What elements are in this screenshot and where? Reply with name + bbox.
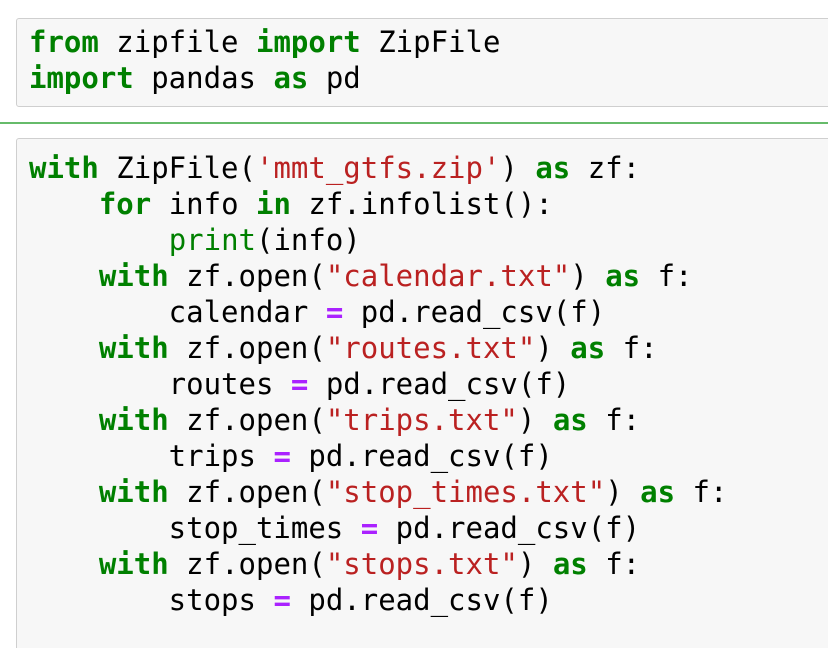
code-token: info	[151, 187, 256, 221]
code-line: with zf.open("routes.txt") as f:	[29, 330, 727, 366]
code-token: as	[273, 61, 309, 95]
code-token: as	[570, 331, 606, 365]
code-editor[interactable]: from zipfile import ZipFile import pandas…	[29, 24, 500, 96]
code-line: import pandas as pd	[29, 60, 500, 96]
code-token: as	[552, 403, 588, 437]
code-line: calendar = pd.read_csv(f)	[29, 294, 727, 330]
code-token: ZipFile(	[98, 151, 256, 185]
code-token: zf.open(	[168, 259, 326, 293]
code-token: import	[29, 61, 134, 95]
code-line: with zf.open("calendar.txt") as f:	[29, 258, 727, 294]
code-token: f:	[675, 475, 728, 509]
code-token: "stop_times.txt"	[325, 475, 606, 509]
code-token: pd.read_csv(f)	[290, 583, 553, 617]
code-line: from zipfile import ZipFile	[29, 24, 500, 60]
code-token: (info)	[256, 223, 361, 257]
code-token: in	[256, 187, 291, 221]
code-token: pandas	[133, 61, 274, 95]
code-cell-1[interactable]: from zipfile import ZipFile import pandas…	[16, 18, 828, 107]
code-token: pd.read_csv(f)	[378, 511, 641, 545]
code-token: "stops.txt"	[325, 547, 518, 581]
code-line: with ZipFile('mmt_gtfs.zip') as zf:	[29, 150, 727, 186]
code-token: )	[500, 151, 536, 185]
code-token: zf.open(	[168, 331, 326, 365]
code-token: zf.open(	[168, 475, 326, 509]
code-token: =	[273, 439, 291, 473]
code-token: trips	[29, 439, 274, 473]
code-token: routes	[29, 367, 291, 401]
code-line: print(info)	[29, 222, 727, 258]
code-token: f:	[587, 547, 641, 581]
code-line: trips = pd.read_csv(f)	[29, 438, 727, 474]
cell-selection-bar	[0, 122, 828, 124]
code-token: print	[168, 223, 256, 257]
code-editor[interactable]: with ZipFile('mmt_gtfs.zip') as zf: for …	[29, 150, 727, 618]
code-token: with	[98, 547, 169, 581]
code-token: zf:	[570, 151, 641, 185]
code-token: with	[98, 259, 169, 293]
code-line: with zf.open("stops.txt") as f:	[29, 546, 727, 582]
code-line: for info in zf.infolist():	[29, 186, 727, 222]
code-token: f:	[587, 403, 641, 437]
code-line: routes = pd.read_csv(f)	[29, 366, 727, 402]
code-token: as	[535, 151, 571, 185]
code-token: import	[255, 25, 361, 59]
code-token: )	[517, 403, 553, 437]
code-token: zf.infolist():	[290, 187, 553, 221]
code-token: as	[605, 259, 641, 293]
code-token: =	[360, 511, 379, 545]
code-token: as	[640, 475, 676, 509]
code-token: pd.read_csv(f)	[308, 367, 571, 401]
code-token: pd.read_csv(f)	[290, 439, 553, 473]
code-token: =	[290, 367, 309, 401]
code-token: =	[273, 583, 291, 617]
code-token: with	[98, 475, 169, 509]
code-token: )	[570, 259, 606, 293]
code-token: pd.read_csv(f)	[343, 295, 606, 329]
code-token: )	[605, 475, 641, 509]
code-token: for	[98, 187, 152, 221]
code-token: stops	[29, 583, 274, 617]
code-token: )	[517, 547, 553, 581]
code-token: )	[535, 331, 571, 365]
code-token: as	[552, 547, 588, 581]
code-token: zf.open(	[168, 547, 326, 581]
code-cell-2[interactable]: with ZipFile('mmt_gtfs.zip') as zf: for …	[16, 138, 828, 648]
code-token: with	[29, 151, 99, 185]
code-token: "routes.txt"	[325, 331, 536, 365]
code-token: calendar	[29, 295, 326, 329]
code-token: with	[98, 331, 169, 365]
code-token: from	[29, 25, 99, 59]
code-token: f:	[640, 259, 693, 293]
code-line: with zf.open("trips.txt") as f:	[29, 402, 727, 438]
code-token: 'mmt_gtfs.zip'	[255, 151, 501, 185]
code-token: with	[98, 403, 169, 437]
code-line: with zf.open("stop_times.txt") as f:	[29, 474, 728, 510]
code-line: stops = pd.read_csv(f)	[29, 582, 727, 618]
code-token: pd	[308, 61, 361, 95]
code-token: stop_times	[29, 511, 361, 545]
code-token: zipfile	[98, 25, 256, 59]
code-token: zf.open(	[168, 403, 326, 437]
code-token: ZipFile	[360, 25, 501, 59]
code-token: "calendar.txt"	[325, 259, 571, 293]
code-token: "trips.txt"	[325, 403, 518, 437]
code-line: stop_times = pd.read_csv(f)	[29, 510, 727, 546]
code-token: =	[325, 295, 344, 329]
code-token: f:	[605, 331, 658, 365]
